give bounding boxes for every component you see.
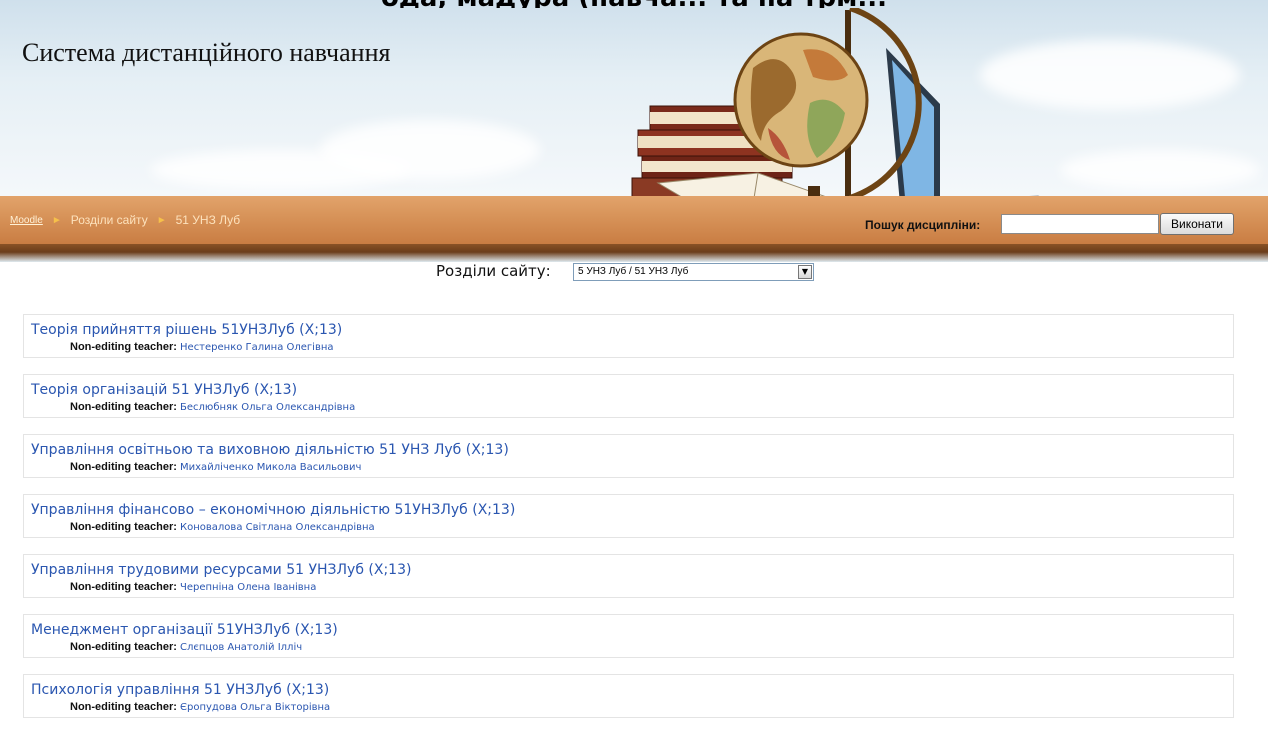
teacher-name-link[interactable]: Слєпцов Анатолій Ілліч — [180, 642, 302, 653]
course-item: Психологія управління 51 УНЗЛуб (Х;13) N… — [23, 674, 1234, 718]
course-teacher: Non-editing teacher: Коновалова Світлана… — [70, 521, 375, 533]
teacher-role-label: Non-editing teacher: — [70, 641, 177, 653]
course-item: Менеджмент організації 51УНЗЛуб (Х;13) N… — [23, 614, 1234, 658]
site-title: Система дистанційного навчання — [22, 38, 391, 67]
breadcrumb-item-site-sections[interactable]: Розділи сайту — [71, 213, 148, 227]
course-item: Теорія організацій 51 УНЗЛуб (Х;13) Non-… — [23, 374, 1234, 418]
search-input[interactable] — [1001, 214, 1159, 234]
breadcrumb: Moodle ► Розділи сайту ► 51 УНЗ Луб — [10, 213, 240, 227]
section-selector-label: Розділи сайту: — [436, 262, 551, 280]
course-title-link[interactable]: Управління фінансово – економічною діяль… — [31, 502, 515, 518]
course-title-link[interactable]: Управління трудовими ресурсами 51 УНЗЛуб… — [31, 562, 411, 578]
section-selector-row: Розділи сайту: 5 УНЗ Луб / 51 УНЗ Луб ▼ — [0, 262, 1268, 284]
teacher-role-label: Non-editing teacher: — [70, 341, 177, 353]
teacher-name-link[interactable]: Черепніна Олена Іванівна — [180, 582, 316, 593]
course-item: Управління фінансово – економічною діяль… — [23, 494, 1234, 538]
course-item: Теорія прийняття рішень 51УНЗЛуб (Х;13) … — [23, 314, 1234, 358]
teacher-name-link[interactable]: Єропудова Ольга Вікторівна — [180, 702, 330, 713]
section-select-value: 5 УНЗ Луб / 51 УНЗ Луб — [578, 266, 689, 277]
course-title-link[interactable]: Теорія організацій 51 УНЗЛуб (Х;13) — [31, 382, 297, 398]
course-list: Теорія прийняття рішень 51УНЗЛуб (Х;13) … — [23, 314, 1234, 734]
search-submit-button[interactable]: Виконати — [1160, 213, 1234, 235]
breadcrumb-arrow-icon: ► — [51, 214, 62, 226]
course-title-link[interactable]: Психологія управління 51 УНЗЛуб (Х;13) — [31, 682, 329, 698]
course-teacher: Non-editing teacher: Беслюбняк Ольга Оле… — [70, 401, 355, 413]
teacher-role-label: Non-editing teacher: — [70, 521, 177, 533]
teacher-name-link[interactable]: Михайліченко Микола Васильович — [180, 462, 361, 473]
course-title-link[interactable]: Управління освітньою та виховною діяльні… — [31, 442, 509, 458]
course-teacher: Non-editing teacher: Слєпцов Анатолій Іл… — [70, 641, 302, 653]
teacher-name-link[interactable]: Беслюбняк Ольга Олександрівна — [180, 402, 355, 413]
course-teacher: Non-editing teacher: Єропудова Ольга Вік… — [70, 701, 330, 713]
shelf-edge — [0, 244, 1268, 262]
teacher-role-label: Non-editing teacher: — [70, 461, 177, 473]
teacher-name-link[interactable]: Нестеренко Галина Олегівна — [180, 342, 334, 353]
teacher-role-label: Non-editing teacher: — [70, 401, 177, 413]
course-teacher: Non-editing teacher: Михайліченко Микола… — [70, 461, 361, 473]
course-item: Управління освітньою та виховною діяльні… — [23, 434, 1234, 478]
teacher-role-label: Non-editing teacher: — [70, 581, 177, 593]
breadcrumb-arrow-icon: ► — [156, 214, 167, 226]
course-item: Управління трудовими ресурсами 51 УНЗЛуб… — [23, 554, 1234, 598]
clipped-top-text: ода, мадура (навча... та на трм... — [0, 0, 1268, 8]
search-label: Пошук дисципліни: — [865, 218, 981, 232]
course-teacher: Non-editing teacher: Нестеренко Галина О… — [70, 341, 334, 353]
breadcrumb-item-current: 51 УНЗ Луб — [175, 213, 241, 227]
course-teacher: Non-editing teacher: Черепніна Олена Іва… — [70, 581, 316, 593]
dropdown-arrow-icon[interactable]: ▼ — [798, 265, 812, 279]
section-select[interactable]: 5 УНЗ Луб / 51 УНЗ Луб ▼ — [573, 263, 814, 281]
course-title-link[interactable]: Теорія прийняття рішень 51УНЗЛуб (Х;13) — [31, 322, 342, 338]
breadcrumb-home-link[interactable]: Moodle — [10, 215, 43, 226]
teacher-name-link[interactable]: Коновалова Світлана Олександрівна — [180, 522, 375, 533]
site-header: ода, мадура (навча... та на трм... Систе… — [0, 0, 1268, 262]
teacher-role-label: Non-editing teacher: — [70, 701, 177, 713]
course-title-link[interactable]: Менеджмент організації 51УНЗЛуб (Х;13) — [31, 622, 338, 638]
